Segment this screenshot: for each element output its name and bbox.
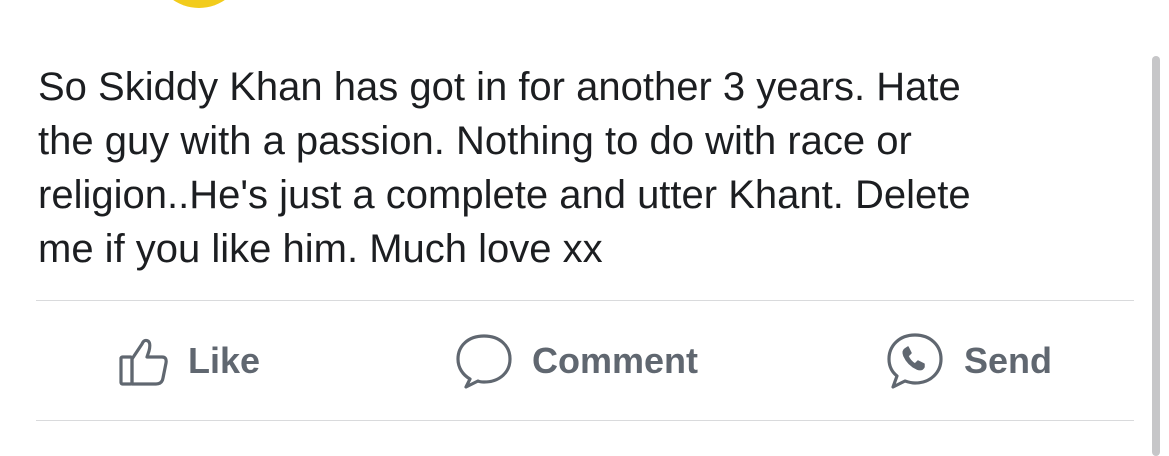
messenger-phone-icon <box>884 331 946 391</box>
send-label: Send <box>964 340 1053 381</box>
comment-button[interactable]: Comment <box>454 320 698 402</box>
divider <box>36 420 1134 421</box>
like-button[interactable]: Like <box>118 320 260 402</box>
send-button[interactable]: Send <box>884 320 1052 402</box>
divider <box>36 300 1134 301</box>
scrollbar[interactable] <box>1152 56 1160 456</box>
avatar[interactable] <box>158 0 240 8</box>
speech-bubble-icon <box>454 332 514 390</box>
comment-label: Comment <box>532 340 699 381</box>
thumbs-up-icon <box>118 335 170 387</box>
post-text: So Skiddy Khan has got in for another 3 … <box>38 65 971 271</box>
like-label: Like <box>188 340 261 381</box>
action-bar: Like Comment Send <box>0 320 1169 402</box>
